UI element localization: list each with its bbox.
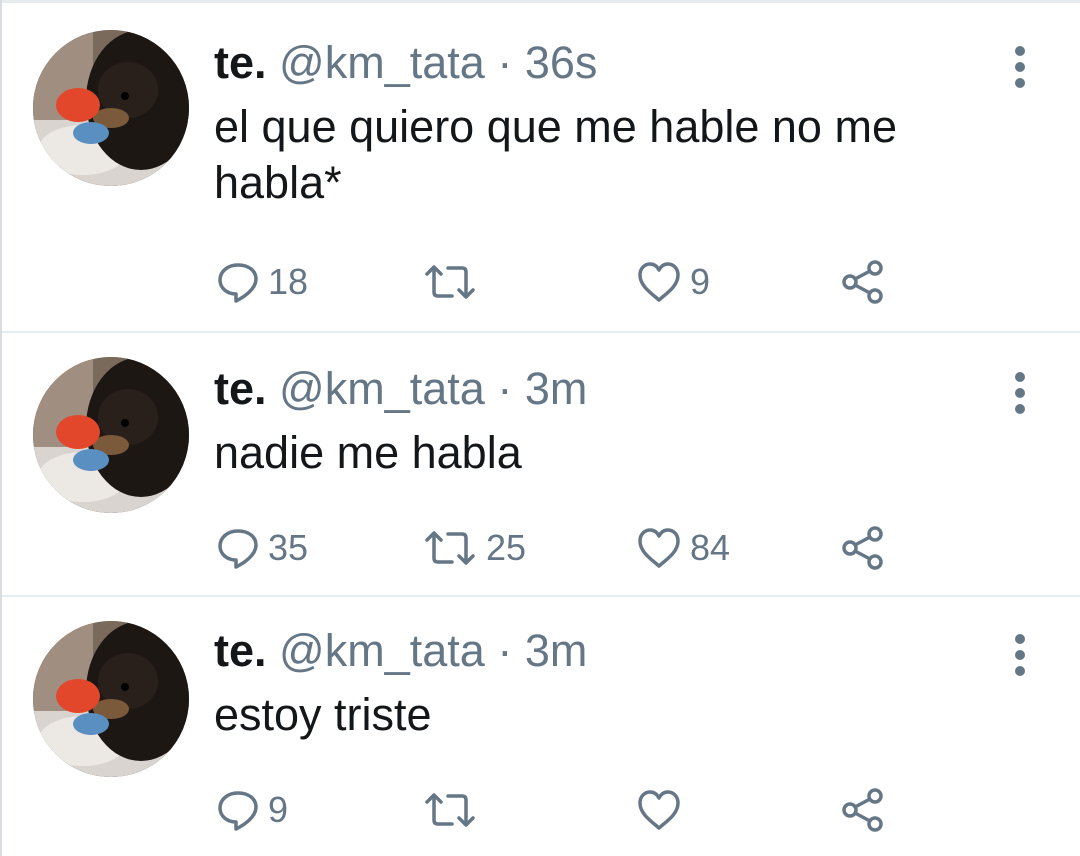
tweet-3[interactable]: te. @km_tata · 3m estoy triste 9 (2, 597, 1080, 856)
tweet-text: nadie me habla (214, 427, 522, 478)
avatar[interactable] (33, 621, 189, 777)
share-icon (842, 260, 883, 304)
retweet-icon (425, 793, 475, 827)
separator-dot: · (497, 625, 513, 676)
like-button[interactable] (636, 785, 690, 835)
display-name[interactable]: te. (214, 625, 267, 676)
retweet-button[interactable] (422, 785, 486, 835)
reply-count: 9 (268, 789, 289, 830)
separator-dot: · (497, 37, 513, 88)
share-icon (842, 788, 883, 832)
like-icon (638, 262, 680, 302)
tweet-2[interactable]: te. @km_tata · 3m nadie me habla 35 25 8… (2, 333, 1080, 595)
timestamp[interactable]: 3m (525, 625, 588, 676)
share-button[interactable] (840, 257, 888, 307)
action-bar: 9 (216, 785, 916, 835)
reply-button[interactable]: 9 (216, 785, 288, 835)
tweet-text: estoy triste (214, 689, 432, 740)
user-handle[interactable]: @km_tata (279, 363, 485, 414)
timestamp[interactable]: 3m (525, 363, 588, 414)
share-icon (842, 526, 883, 570)
action-bar: 35 25 84 (216, 523, 916, 573)
separator-dot: · (497, 363, 513, 414)
like-count: 84 (690, 527, 731, 568)
retweet-icon (425, 265, 475, 299)
like-button[interactable]: 84 (636, 523, 730, 573)
action-bar: 18 9 (216, 257, 916, 307)
display-name[interactable]: te. (214, 37, 267, 88)
reply-icon (218, 263, 258, 303)
timestamp[interactable]: 36s (525, 37, 598, 88)
more-options-icon[interactable] (1008, 369, 1032, 417)
retweet-button[interactable]: 25 (422, 523, 526, 573)
reply-count: 35 (268, 527, 309, 568)
retweet-count: 25 (486, 527, 527, 568)
tweet-header: te. @km_tata · 3m (214, 623, 587, 679)
reply-icon (218, 791, 258, 831)
display-name[interactable]: te. (214, 363, 267, 414)
reply-count: 18 (268, 261, 309, 302)
like-icon (638, 790, 680, 830)
like-button[interactable]: 9 (636, 257, 710, 307)
like-count: 9 (690, 261, 711, 302)
tweet-header: te. @km_tata · 36s (214, 35, 597, 91)
reply-icon (218, 529, 258, 569)
share-button[interactable] (840, 785, 888, 835)
tweet-header: te. @km_tata · 3m (214, 361, 587, 417)
tweet-text: el que quiero que me hable no me habla* (214, 101, 897, 208)
avatar[interactable] (33, 30, 189, 186)
user-handle[interactable]: @km_tata (279, 37, 485, 88)
like-icon (638, 528, 680, 568)
user-handle[interactable]: @km_tata (279, 625, 485, 676)
reply-button[interactable]: 18 (216, 257, 308, 307)
tweet-1[interactable]: te. @km_tata · 36s el que quiero que me … (2, 3, 1080, 331)
retweet-icon (425, 531, 475, 565)
share-button[interactable] (840, 523, 888, 573)
more-options-icon[interactable] (1008, 43, 1032, 91)
avatar[interactable] (33, 357, 189, 513)
reply-button[interactable]: 35 (216, 523, 308, 573)
more-options-icon[interactable] (1008, 631, 1032, 679)
retweet-button[interactable] (422, 257, 486, 307)
tweet-feed: te. @km_tata · 36s el que quiero que me … (0, 0, 1080, 856)
